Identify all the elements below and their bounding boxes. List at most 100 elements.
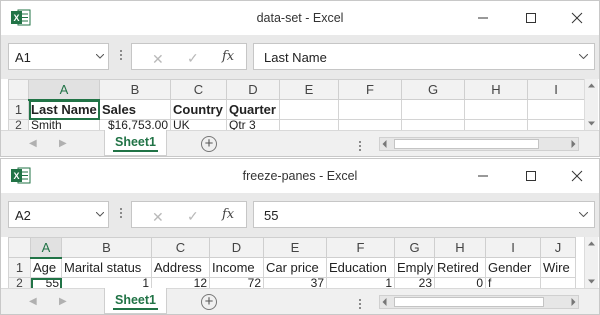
cancel-icon[interactable]: ✕: [152, 51, 164, 68]
cell[interactable]: 1: [326, 277, 395, 288]
splitter-handle[interactable]: [119, 48, 123, 64]
sheet-prev-icon[interactable]: ◀: [29, 296, 37, 307]
row-header[interactable]: 1: [8, 257, 31, 278]
worksheet-grid[interactable]: A B C D E F G H I 1 Last Name Sales Country Quarter 2 S…: [8, 79, 584, 130]
column-header-a[interactable]: A: [30, 237, 62, 259]
cell[interactable]: UK: [170, 119, 227, 130]
chevron-down-icon[interactable]: [579, 54, 588, 59]
cell[interactable]: Car price: [263, 257, 327, 278]
column-header-d[interactable]: D: [209, 237, 264, 258]
column-header-i[interactable]: I: [485, 237, 541, 258]
sheet-next-icon[interactable]: ▶: [59, 138, 67, 149]
scroll-right-icon[interactable]: [571, 298, 576, 306]
cell[interactable]: 1: [61, 277, 152, 288]
column-header-c[interactable]: C: [170, 79, 227, 100]
cancel-icon[interactable]: ✕: [152, 209, 164, 226]
cell[interactable]: Last Name: [28, 99, 100, 120]
minimize-button[interactable]: [463, 163, 503, 189]
scroll-down-icon[interactable]: [588, 279, 595, 284]
scroll-thumb[interactable]: [394, 139, 539, 149]
sheet-tab[interactable]: Sheet1: [104, 288, 167, 314]
checkmark-icon[interactable]: ✓: [187, 50, 199, 67]
formula-input[interactable]: Last Name: [253, 43, 595, 70]
cell[interactable]: Country: [170, 99, 227, 120]
column-header-c[interactable]: C: [151, 237, 210, 258]
scroll-left-icon[interactable]: [382, 298, 387, 306]
cell[interactable]: [279, 99, 339, 120]
cell[interactable]: Emply: [394, 257, 435, 278]
cell[interactable]: Address: [151, 257, 210, 278]
cell[interactable]: 55: [30, 277, 62, 288]
fx-icon[interactable]: fx: [222, 207, 234, 222]
maximize-button[interactable]: [511, 5, 551, 31]
maximize-button[interactable]: [511, 163, 551, 189]
title-bar[interactable]: X freeze-panes - Excel: [1, 159, 599, 193]
close-button[interactable]: [557, 163, 597, 189]
scroll-thumb[interactable]: [394, 297, 544, 307]
cell[interactable]: Qtr 3: [226, 119, 280, 130]
cell-grid[interactable]: A B C D E F G H I J 1 Age Marital status Address Incom…: [8, 237, 576, 288]
column-header-i[interactable]: I: [527, 79, 584, 100]
cell-grid[interactable]: A B C D E F G H I 1 Last Name Sales Country Quarter 2 S…: [8, 79, 584, 130]
name-box[interactable]: A2: [8, 201, 109, 228]
splitter-handle[interactable]: [119, 206, 123, 222]
cell[interactable]: Age: [30, 257, 62, 278]
column-header-g[interactable]: G: [401, 79, 465, 100]
cell[interactable]: Smith: [28, 119, 100, 130]
cell[interactable]: Wire: [540, 257, 576, 278]
column-header-a[interactable]: A: [28, 79, 100, 101]
horizontal-scrollbar[interactable]: [379, 295, 579, 309]
cell[interactable]: [527, 99, 584, 120]
fx-icon[interactable]: fx: [222, 49, 234, 64]
cell[interactable]: [401, 119, 465, 130]
formula-input[interactable]: 55: [253, 201, 595, 228]
minimize-button[interactable]: [463, 5, 503, 31]
cell[interactable]: [401, 99, 465, 120]
row-header[interactable]: 1: [8, 99, 29, 120]
select-all-corner[interactable]: [8, 79, 29, 100]
tab-splitter[interactable]: [359, 141, 361, 151]
cell[interactable]: Sales: [99, 99, 171, 120]
cell[interactable]: Marital status: [61, 257, 152, 278]
cell[interactable]: [527, 119, 584, 130]
plus-circle-icon[interactable]: +: [201, 294, 217, 310]
select-all-corner[interactable]: [8, 237, 31, 258]
chevron-down-icon[interactable]: [579, 212, 588, 217]
horizontal-scrollbar[interactable]: [379, 137, 579, 151]
cell[interactable]: [464, 99, 528, 120]
plus-circle-icon[interactable]: +: [201, 136, 217, 152]
worksheet-grid[interactable]: A B C D E F G H I J 1 Age Marital status Address Incom…: [8, 237, 584, 288]
sheet-next-icon[interactable]: ▶: [59, 296, 67, 307]
cell[interactable]: [338, 119, 402, 130]
cell[interactable]: 0: [434, 277, 486, 288]
sheet-tab[interactable]: Sheet1: [104, 130, 167, 156]
cell[interactable]: $16,753.00: [99, 119, 171, 130]
cell[interactable]: [338, 99, 402, 120]
cell[interactable]: [464, 119, 528, 130]
cell[interactable]: Income: [209, 257, 264, 278]
cell[interactable]: 23: [394, 277, 435, 288]
column-header-b[interactable]: B: [61, 237, 152, 258]
tab-splitter[interactable]: [359, 299, 361, 309]
scroll-down-icon[interactable]: [588, 121, 595, 126]
cell[interactable]: Gender: [485, 257, 541, 278]
column-header-j[interactable]: J: [540, 237, 576, 258]
title-bar[interactable]: X data-set - Excel: [1, 1, 599, 35]
cell[interactable]: [279, 119, 339, 130]
column-header-d[interactable]: D: [226, 79, 280, 100]
column-header-f[interactable]: F: [326, 237, 395, 258]
column-header-h[interactable]: H: [434, 237, 486, 258]
scroll-up-icon[interactable]: [588, 83, 595, 88]
column-header-f[interactable]: F: [338, 79, 402, 100]
column-header-e[interactable]: E: [279, 79, 339, 100]
checkmark-icon[interactable]: ✓: [187, 208, 199, 225]
name-box[interactable]: A1: [8, 43, 109, 70]
column-header-g[interactable]: G: [394, 237, 435, 258]
chevron-down-icon[interactable]: [96, 212, 104, 217]
vertical-scrollbar[interactable]: [584, 237, 598, 288]
cell[interactable]: Quarter: [226, 99, 280, 120]
chevron-down-icon[interactable]: [96, 54, 104, 59]
cell[interactable]: 12: [151, 277, 210, 288]
column-header-e[interactable]: E: [263, 237, 327, 258]
scroll-right-icon[interactable]: [571, 140, 576, 148]
